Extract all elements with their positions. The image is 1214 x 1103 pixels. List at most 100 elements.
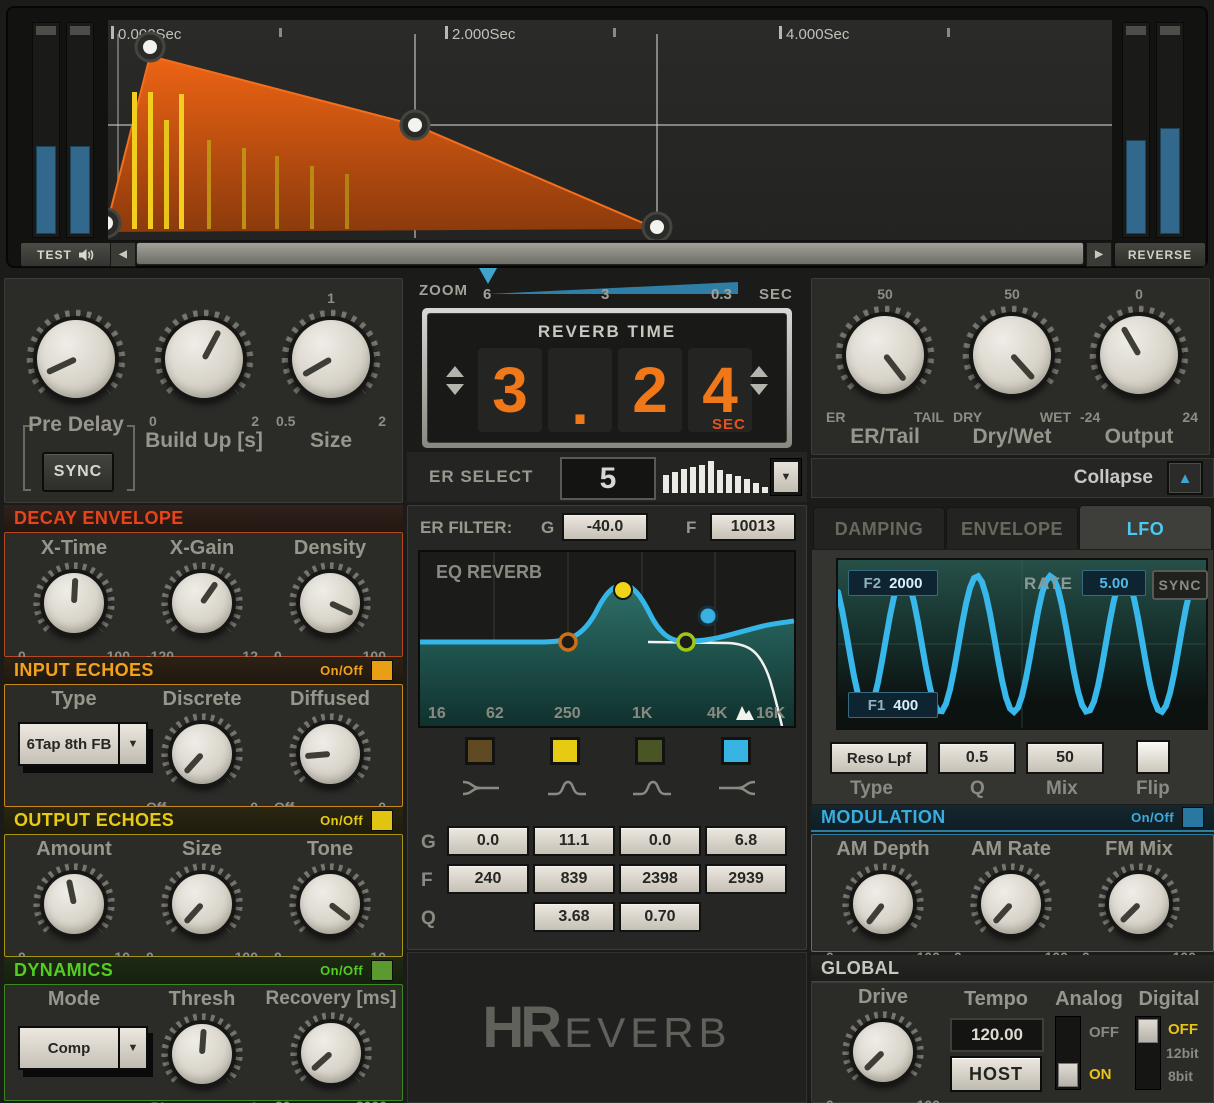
echo-size-knob[interactable] <box>159 861 245 947</box>
dynamics-mode-dropdown[interactable]: Comp ▼ <box>18 1026 148 1070</box>
echo-type-label: Type <box>51 688 97 710</box>
ertail-knob[interactable] <box>833 303 937 407</box>
drive-knob[interactable] <box>840 1009 926 1095</box>
band2-gain-field[interactable]: 11.1 <box>533 826 615 856</box>
band4-freq-field[interactable]: 2939 <box>705 864 787 894</box>
test-button[interactable]: TEST <box>20 242 112 267</box>
drywet-knob[interactable] <box>960 303 1064 407</box>
zoom-wedge[interactable] <box>488 281 738 298</box>
eq-band2-button[interactable] <box>550 737 580 765</box>
host-button[interactable]: HOST <box>950 1056 1042 1092</box>
band4-gain-field[interactable]: 6.8 <box>705 826 787 856</box>
lfo-mix-field[interactable]: 50 <box>1026 742 1104 774</box>
lfo-filter-type-field[interactable]: Reso Lpf <box>830 742 928 774</box>
size-knob[interactable] <box>279 307 383 411</box>
ertail-label: ER/Tail <box>850 425 920 448</box>
eq-band1-button[interactable] <box>465 737 495 765</box>
band3-q-field[interactable]: 0.70 <box>619 902 701 932</box>
er-filter-freq-field[interactable]: 10013 <box>710 513 796 541</box>
xtime-knob[interactable] <box>31 560 117 646</box>
lfo-f1-field[interactable]: F1 400 <box>848 692 938 718</box>
tempo-value-field[interactable]: 120.00 <box>950 1018 1044 1052</box>
recovery-knob[interactable] <box>288 1010 374 1096</box>
reverb-time-spinner-left[interactable] <box>446 366 464 395</box>
am-rate-knob[interactable] <box>968 861 1054 947</box>
digital-8bit-label: 8bit <box>1168 1068 1193 1084</box>
tone-knob-unit: Tone 010 <box>274 838 386 965</box>
dynamics-onoff-toggle[interactable] <box>371 960 393 981</box>
hreverb-plugin-window: TEST 2.000Sec 4.000Sec ◀ ▶ REVERSE ZOOM … <box>0 0 1214 1103</box>
buildup-knob[interactable] <box>152 307 256 411</box>
eq-band4-button[interactable] <box>721 737 751 765</box>
tab-lfo[interactable]: LFO <box>1079 505 1212 553</box>
lfo-f2-field[interactable]: F2 2000 <box>848 570 938 596</box>
increment-icon[interactable] <box>750 366 768 377</box>
er-select-value[interactable]: 5 <box>560 457 656 500</box>
predelay-sync-button[interactable]: SYNC <box>42 452 114 492</box>
reverb-time-digit-2[interactable]: . <box>548 348 612 434</box>
analog-switch[interactable] <box>1055 1016 1081 1090</box>
reverse-button[interactable]: REVERSE <box>1114 242 1206 267</box>
decrement-icon[interactable] <box>446 384 464 395</box>
tab-envelope[interactable]: ENVELOPE <box>946 507 1078 551</box>
dynamics-mode-dropdown-button[interactable]: ▼ <box>120 1028 146 1068</box>
band3-freq-field[interactable]: 2398 <box>619 864 701 894</box>
band2-freq-field[interactable]: 839 <box>533 864 615 894</box>
lfo-display[interactable]: F2 2000 RATE 5.00 SYNC F1 400 <box>835 558 1209 730</box>
scroll-right-button[interactable]: ▶ <box>1086 242 1112 267</box>
lfo-mix-label: Mix <box>1046 778 1078 799</box>
am-depth-knob[interactable] <box>840 861 926 947</box>
output-echoes-onoff-toggle[interactable] <box>371 810 393 831</box>
xtime-knob-unit: X-Time 0 100 <box>18 537 130 664</box>
tone-knob[interactable] <box>287 861 373 947</box>
lfo-q-field[interactable]: 0.5 <box>938 742 1016 774</box>
increment-icon[interactable] <box>446 366 464 377</box>
input-meter-right <box>66 22 94 238</box>
tab-damping[interactable]: DAMPING <box>813 507 945 551</box>
discrete-knob[interactable] <box>159 711 245 797</box>
band3-gain-field[interactable]: 0.0 <box>619 826 701 856</box>
envelope-graph[interactable]: 0.000Sec 2.000Sec 4.000Sec <box>108 20 1112 240</box>
digital-off-label: OFF <box>1168 1021 1198 1038</box>
echo-size-knob-unit: Size 0100 <box>146 838 258 965</box>
predelay-knob[interactable] <box>24 307 128 411</box>
reverb-time-digit-3[interactable]: 2 <box>618 348 682 432</box>
reverb-time-digit-1[interactable]: 3 <box>478 348 542 432</box>
band2-q-field[interactable]: 3.68 <box>533 902 615 932</box>
band1-freq-field[interactable]: 240 <box>447 864 529 894</box>
thresh-knob[interactable] <box>159 1011 245 1097</box>
input-echoes-onoff-toggle[interactable] <box>371 660 393 681</box>
eq-band3-button[interactable] <box>635 737 665 765</box>
eq-curve-fill <box>420 585 794 726</box>
amount-knob[interactable] <box>31 861 117 947</box>
echo-type-dropdown[interactable]: 6Tap 8th FB ▼ <box>18 722 148 766</box>
fm-mix-knob[interactable] <box>1096 861 1182 947</box>
collapse-button[interactable]: ▲ <box>1167 461 1203 495</box>
xgain-knob[interactable] <box>159 560 245 646</box>
diffused-knob[interactable] <box>287 711 373 797</box>
lfo-rate-label: RATE <box>1024 574 1074 593</box>
lfo-flip-button[interactable] <box>1136 740 1170 774</box>
digital-switch[interactable] <box>1135 1016 1161 1090</box>
analog-switch-handle[interactable] <box>1058 1063 1078 1087</box>
am-rate-knob-unit: AM Rate 0100 <box>954 838 1068 965</box>
modulation-onoff-toggle[interactable] <box>1182 807 1204 828</box>
echo-type-dropdown-button[interactable]: ▼ <box>120 724 146 764</box>
eq-graph[interactable]: EQ REVERB 16 62 250 1K 4K 16K <box>418 550 796 728</box>
band1-gain-field[interactable]: 0.0 <box>447 826 529 856</box>
scroll-left-button[interactable]: ◀ <box>110 242 136 267</box>
output-knob[interactable] <box>1087 303 1191 407</box>
decrement-icon[interactable] <box>750 384 768 395</box>
er-select-dropdown-button[interactable]: ▼ <box>770 458 802 496</box>
reverb-time-spinner-right[interactable] <box>750 366 768 395</box>
digital-switch-handle[interactable] <box>1138 1019 1158 1043</box>
eq-band3-marker <box>676 632 696 652</box>
envelope-scrollbar[interactable] <box>136 242 1084 265</box>
er-filter-gain-field[interactable]: -40.0 <box>562 513 648 541</box>
lfo-sync-button[interactable]: SYNC <box>1152 570 1208 600</box>
lfo-rate-field[interactable]: 5.00 <box>1082 570 1146 596</box>
density-knob[interactable] <box>287 560 373 646</box>
er-filter-f-label: F <box>686 518 697 537</box>
attack-peak-handle <box>134 31 166 63</box>
crossover-handle <box>399 109 431 141</box>
